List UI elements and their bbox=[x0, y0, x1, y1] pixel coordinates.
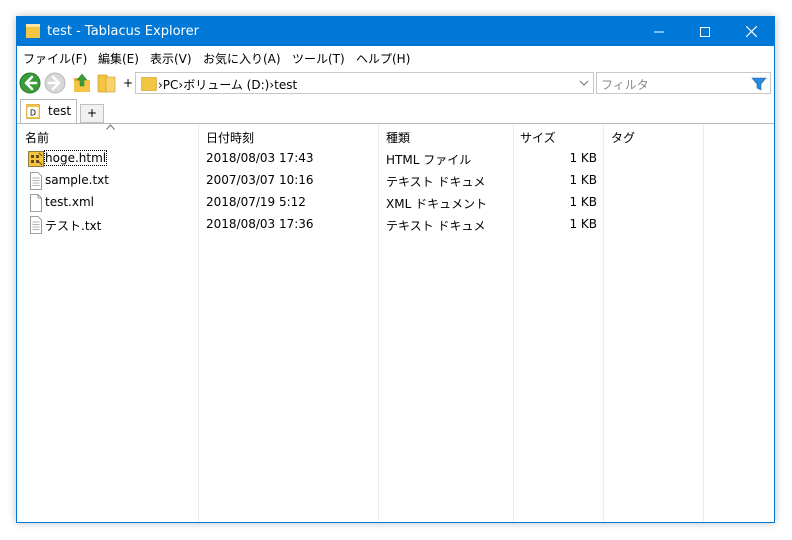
file-list[interactable]: 名前 日付時刻 種類 サイズ タグ hoge.html 2018/08/03 1… bbox=[17, 124, 774, 522]
address-bar[interactable]: ›PC›ボリューム (D:)›test bbox=[135, 72, 594, 94]
close-icon bbox=[745, 26, 757, 37]
column-header-type[interactable]: 種類 bbox=[378, 124, 513, 148]
file-size: 1 KB bbox=[569, 151, 597, 165]
file-date: 2018/07/19 5:12 bbox=[206, 195, 306, 209]
file-size: 1 KB bbox=[569, 173, 597, 187]
file-type: テキスト ドキュメ bbox=[386, 175, 486, 189]
menu-edit[interactable]: 編集(E) bbox=[98, 50, 139, 67]
file-name: hoge.html bbox=[43, 150, 108, 166]
add-tab-button[interactable]: + bbox=[80, 104, 104, 123]
drive-icon: D bbox=[26, 104, 40, 119]
title-bar[interactable]: test - Tablacus Explorer bbox=[17, 17, 774, 46]
filter-input[interactable]: フィルタ bbox=[596, 72, 771, 94]
xml-file-icon bbox=[30, 194, 42, 212]
file-name: テスト.txt bbox=[45, 219, 102, 233]
folder-tree-icon[interactable] bbox=[96, 72, 118, 94]
file-size: 1 KB bbox=[569, 195, 597, 209]
file-name: sample.txt bbox=[45, 173, 109, 187]
breadcrumb[interactable]: ›PC›ボリューム (D:)›test bbox=[158, 76, 297, 93]
file-type: HTML ファイル bbox=[386, 153, 472, 167]
file-row-test-jp-txt[interactable]: テスト.txt 2018/08/03 17:36 テキスト ドキュメ 1 KB bbox=[17, 214, 774, 236]
file-type: XML ドキュメント bbox=[386, 197, 488, 211]
file-row-hoge-html[interactable]: hoge.html 2018/08/03 17:43 HTML ファイル 1 K… bbox=[17, 148, 774, 170]
file-row-sample-txt[interactable]: sample.txt 2007/03/07 10:16 テキスト ドキュメ 1 … bbox=[17, 170, 774, 192]
menu-view[interactable]: 表示(V) bbox=[150, 50, 192, 67]
tab-bar: D test + bbox=[17, 98, 774, 124]
menu-tools[interactable]: ツール(T) bbox=[292, 50, 345, 67]
column-header-date[interactable]: 日付時刻 bbox=[198, 124, 378, 148]
text-file-icon bbox=[30, 172, 42, 190]
minimize-icon bbox=[654, 31, 664, 32]
new-tab-plus[interactable]: + bbox=[123, 76, 133, 90]
menu-favorites[interactable]: お気に入り(A) bbox=[203, 50, 281, 67]
file-size: 1 KB bbox=[569, 217, 597, 231]
html-file-icon bbox=[28, 151, 44, 167]
column-header-size[interactable]: サイズ bbox=[513, 124, 603, 148]
menu-file[interactable]: ファイル(F) bbox=[23, 50, 87, 67]
menu-bar: ファイル(F) 編集(E) 表示(V) お気に入り(A) ツール(T) ヘルプ(… bbox=[17, 46, 774, 68]
minimize-button[interactable] bbox=[636, 17, 682, 46]
svg-text:D: D bbox=[30, 109, 36, 118]
filter-placeholder: フィルタ bbox=[601, 78, 649, 92]
tab-test[interactable]: D test bbox=[20, 99, 77, 123]
file-type: テキスト ドキュメ bbox=[386, 219, 486, 233]
forward-icon[interactable] bbox=[44, 72, 66, 94]
file-date: 2018/08/03 17:36 bbox=[206, 217, 314, 231]
window-title: test - Tablacus Explorer bbox=[47, 24, 199, 39]
file-date: 2018/08/03 17:43 bbox=[206, 151, 314, 165]
file-name: test.xml bbox=[45, 195, 94, 209]
up-folder-icon[interactable] bbox=[71, 72, 93, 94]
column-header-tag[interactable]: タグ bbox=[603, 124, 703, 148]
close-button[interactable] bbox=[728, 17, 774, 46]
text-file-icon bbox=[30, 216, 42, 234]
file-row-test-xml[interactable]: test.xml 2018/07/19 5:12 XML ドキュメント 1 KB bbox=[17, 192, 774, 214]
back-icon[interactable] bbox=[19, 72, 41, 94]
file-date: 2007/03/07 10:16 bbox=[206, 173, 314, 187]
column-header-name[interactable]: 名前 bbox=[17, 124, 198, 148]
tab-label: test bbox=[48, 104, 72, 118]
menu-help[interactable]: ヘルプ(H) bbox=[356, 50, 410, 67]
filter-icon[interactable] bbox=[751, 76, 767, 92]
chevron-down-icon[interactable] bbox=[579, 77, 589, 89]
folder-icon bbox=[141, 77, 157, 91]
toolbar: + ›PC›ボリューム (D:)›test フィルタ bbox=[17, 68, 774, 98]
folder-icon bbox=[26, 24, 40, 38]
maximize-icon bbox=[700, 26, 710, 37]
maximize-button[interactable] bbox=[682, 17, 728, 46]
explorer-window: test - Tablacus Explorer ファイル(F) 編集(E) 表… bbox=[16, 16, 775, 523]
